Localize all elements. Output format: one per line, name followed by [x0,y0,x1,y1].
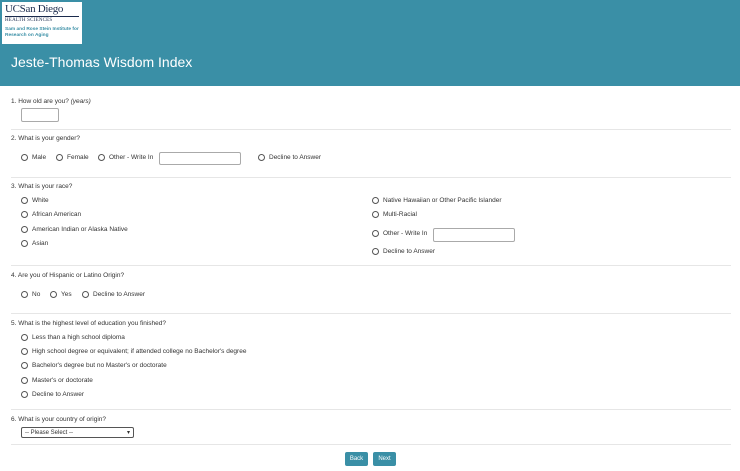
gender-option-male[interactable]: Male [21,154,46,161]
question-gender-label: 2. What is your gender? [11,135,81,142]
question-hispanic-label: 4. Are you of Hispanic or Latino Origin? [11,272,125,279]
divider [11,265,731,266]
question-country-label: 6. What is your country of origin? [11,416,107,423]
option-label: Master's or doctorate [32,377,93,384]
option-label: Female [67,154,89,161]
gender-option-other[interactable]: Other - Write In [98,154,153,161]
radio-icon [82,291,89,298]
option-label: Multi-Racial [383,211,417,218]
gender-option-female[interactable]: Female [56,154,89,161]
radio-icon [98,154,105,161]
race-option-decline[interactable]: Decline to Answer [372,248,435,255]
next-button[interactable]: Next [373,452,396,466]
option-label: Decline to Answer [93,291,146,298]
gender-write-in-input[interactable] [159,152,241,165]
question-race-label: 3. What is your race? [11,183,73,190]
ucsd-logo: UCSan Diego HEALTH SCIENCES Sam and Rose… [2,2,82,44]
radio-icon [21,240,28,247]
hispanic-option-yes[interactable]: Yes [50,291,72,298]
radio-icon [372,197,379,204]
radio-icon [21,154,28,161]
question-age-label: 1. How old are you? [11,98,69,105]
radio-icon [21,377,28,384]
option-label: Native Hawaiian or Other Pacific Islande… [383,197,502,204]
race-option-asian[interactable]: Asian [21,240,48,247]
option-label: Less than a high school diploma [32,334,125,341]
option-label: Bachelor's degree but no Master's or doc… [32,362,167,369]
radio-icon [372,230,379,237]
option-label: Other - Write In [383,230,428,237]
race-option-white[interactable]: White [21,197,49,204]
option-label: African American [32,211,82,218]
hispanic-option-no[interactable]: No [21,291,40,298]
question-education-label: 5. What is the highest level of educatio… [11,320,167,327]
option-label: White [32,197,49,204]
chevron-down-icon: ▾ [126,430,130,436]
back-button[interactable]: Back [345,452,368,466]
radio-icon [56,154,63,161]
gender-option-decline[interactable]: Decline to Answer [258,154,321,161]
logo-health-text: HEALTH SCIENCES [5,16,79,24]
hispanic-option-decline[interactable]: Decline to Answer [82,291,145,298]
option-label: Decline to Answer [383,248,436,255]
option-label: High school degree or equivalent; if att… [32,348,247,355]
education-option-high-school[interactable]: High school degree or equivalent; if att… [21,348,246,355]
radio-icon [21,391,28,398]
radio-icon [21,226,28,233]
radio-icon [21,348,28,355]
radio-icon [21,334,28,341]
radio-icon [21,291,28,298]
education-option-bachelors[interactable]: Bachelor's degree but no Master's or doc… [21,362,167,369]
country-select[interactable]: -- Please Select -- ▾ [21,427,134,438]
radio-icon [21,211,28,218]
option-label: Other - Write In [109,154,154,161]
race-option-other[interactable]: Other - Write In [372,230,427,237]
radio-icon [50,291,57,298]
divider [11,313,731,314]
race-option-african-american[interactable]: African American [21,211,81,218]
page-title: Jeste-Thomas Wisdom Index [11,54,193,70]
divider [11,177,731,178]
option-label: American Indian or Alaska Native [32,226,128,233]
race-write-in-input[interactable] [433,228,515,242]
radio-icon [372,211,379,218]
header-banner: UCSan Diego HEALTH SCIENCES Sam and Rose… [0,0,740,86]
country-select-value: -- Please Select -- [25,429,74,436]
radio-icon [21,197,28,204]
radio-icon [258,154,265,161]
race-option-pacific-islander[interactable]: Native Hawaiian or Other Pacific Islande… [372,197,502,204]
age-input[interactable] [21,108,59,122]
option-label: Asian [32,240,49,247]
education-option-masters-doctorate[interactable]: Master's or doctorate [21,377,93,384]
question-age-hint: (years) [70,98,91,105]
race-option-multi-racial[interactable]: Multi-Racial [372,211,417,218]
question-age: 1. How old are you? (years) [11,98,91,105]
option-label: Male [32,154,47,161]
race-option-american-indian[interactable]: American Indian or Alaska Native [21,226,128,233]
option-label: No [32,291,41,298]
option-label: Yes [61,291,72,298]
education-option-decline[interactable]: Decline to Answer [21,391,84,398]
divider [11,409,731,410]
education-option-less-than-high-school[interactable]: Less than a high school diploma [21,334,125,341]
logo-uc-text: UCSan Diego [5,3,64,15]
option-label: Decline to Answer [269,154,322,161]
logo-institute-text: Sam and Rose Stein Institute for Researc… [5,27,79,38]
option-label: Decline to Answer [32,391,85,398]
divider [11,444,731,445]
radio-icon [372,248,379,255]
divider [11,129,731,130]
radio-icon [21,362,28,369]
